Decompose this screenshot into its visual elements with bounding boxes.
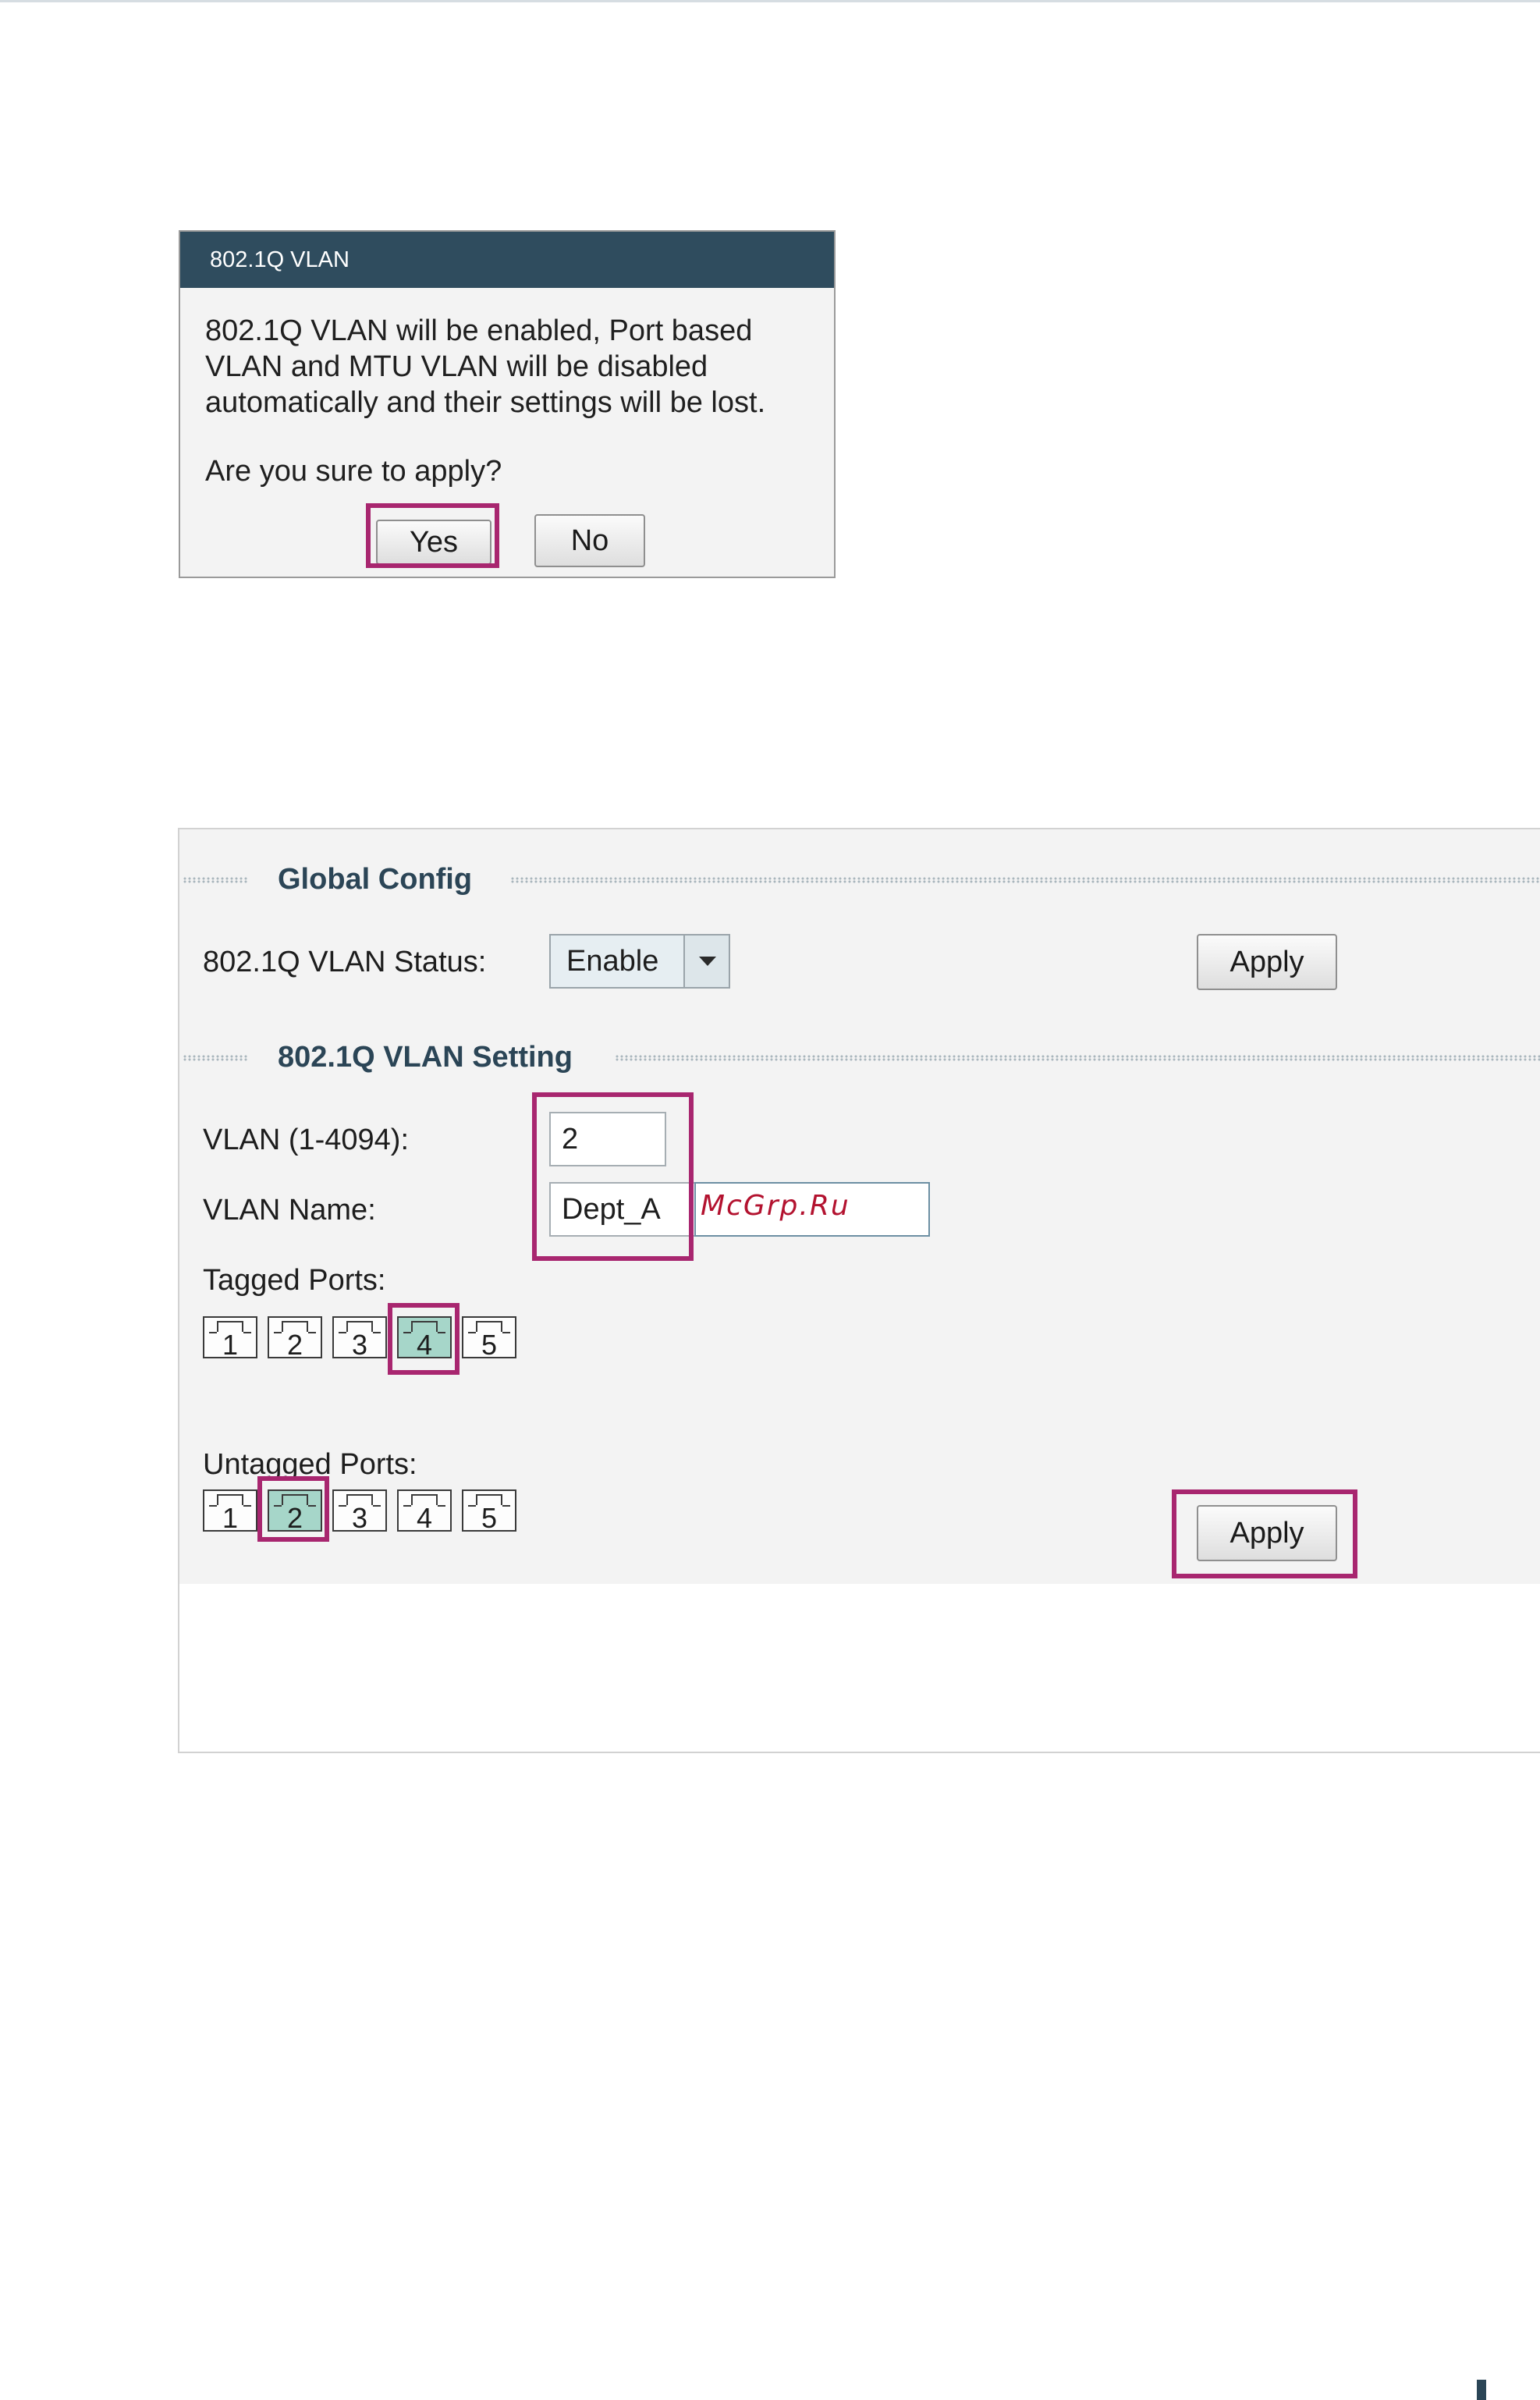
- vlan-status-select[interactable]: Enable: [549, 934, 730, 989]
- tagged-ports-label: Tagged Ports:: [203, 1264, 386, 1297]
- section-title-vlan-setting: 802.1Q VLAN Setting: [278, 1041, 573, 1074]
- port-number: 5: [481, 1329, 498, 1361]
- port-number: 5: [481, 1502, 498, 1534]
- port-number: 3: [351, 1502, 368, 1534]
- watermark-text: McGrp.Ru: [701, 1190, 850, 1222]
- port-number: 4: [416, 1502, 433, 1534]
- untagged-ports-label: Untagged Ports:: [203, 1448, 417, 1481]
- port-number: 3: [351, 1329, 368, 1361]
- section-dots-right: [615, 1055, 1540, 1061]
- dialog-message: 802.1Q VLAN will be enabled, Port based …: [205, 313, 765, 421]
- section-dots-right: [510, 877, 1540, 883]
- tagged-port-3[interactable]: 3: [332, 1316, 387, 1361]
- confirm-dialog: 802.1Q VLAN 802.1Q VLAN will be enabled,…: [179, 230, 836, 578]
- untagged-port-5[interactable]: 5: [462, 1489, 516, 1534]
- vlan-id-label: VLAN (1-4094):: [203, 1124, 410, 1156]
- vlan-status-label: 802.1Q VLAN Status:: [203, 946, 487, 978]
- dialog-question: Are you sure to apply?: [205, 455, 502, 488]
- vlan-id-input[interactable]: [549, 1112, 666, 1166]
- top-rule: [0, 0, 1540, 2]
- tagged-port-4[interactable]: 4: [397, 1316, 452, 1361]
- no-button[interactable]: No: [534, 514, 645, 567]
- port-number: 1: [222, 1502, 239, 1534]
- dialog-message-line: VLAN and MTU VLAN will be disabled: [205, 350, 708, 383]
- untagged-port-1[interactable]: 1: [203, 1489, 257, 1534]
- config-form-area: Global Config 802.1Q VLAN Status: Enable…: [179, 829, 1540, 1584]
- untagged-port-4[interactable]: 4: [397, 1489, 452, 1534]
- port-number: 2: [286, 1502, 303, 1534]
- watermark-box: McGrp.Ru: [694, 1182, 930, 1237]
- vlan-apply-button[interactable]: Apply: [1197, 1505, 1337, 1561]
- tagged-port-2[interactable]: 2: [268, 1316, 322, 1361]
- yes-button[interactable]: Yes: [376, 520, 491, 565]
- section-title-global-config: Global Config: [278, 863, 473, 896]
- untagged-port-2[interactable]: 2: [268, 1489, 322, 1534]
- page-corner-mark: [1477, 2380, 1486, 2400]
- tagged-port-1[interactable]: 1: [203, 1316, 257, 1361]
- global-config-header: Global Config: [179, 864, 1540, 895]
- vlan-setting-header: 802.1Q VLAN Setting: [179, 1042, 1540, 1073]
- port-number: 2: [286, 1329, 303, 1361]
- untagged-port-3[interactable]: 3: [332, 1489, 387, 1534]
- vlan-name-input[interactable]: [549, 1182, 697, 1237]
- vlan-name-label: VLAN Name:: [203, 1194, 376, 1227]
- vlan-status-value: Enable: [566, 945, 659, 978]
- dialog-message-line: 802.1Q VLAN will be enabled, Port based: [205, 314, 753, 347]
- dialog-message-line: automatically and their settings will be…: [205, 386, 766, 419]
- vlan-config-panel: Global Config 802.1Q VLAN Status: Enable…: [178, 828, 1540, 1753]
- dropdown-arrow-icon[interactable]: [683, 936, 729, 987]
- port-number: 1: [222, 1329, 239, 1361]
- section-dots-left: [183, 1055, 248, 1061]
- global-apply-button[interactable]: Apply: [1197, 934, 1337, 990]
- section-dots-left: [183, 877, 248, 883]
- tagged-port-5[interactable]: 5: [462, 1316, 516, 1361]
- port-number: 4: [416, 1329, 433, 1361]
- dialog-title: 802.1Q VLAN: [180, 232, 834, 288]
